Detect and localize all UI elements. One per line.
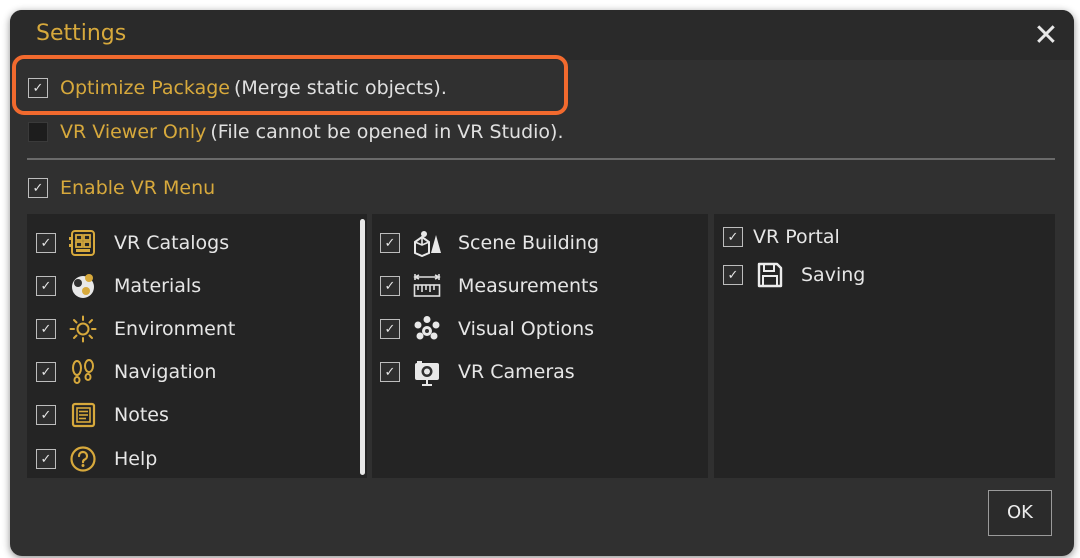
help-label: Help xyxy=(114,448,158,470)
measurements-label: Measurements xyxy=(458,275,599,297)
notes-label: Notes xyxy=(114,404,169,426)
vr-portal-checkbox[interactable]: ✓ xyxy=(723,227,743,247)
floppy-icon xyxy=(755,260,785,290)
scene-building-checkbox[interactable]: ✓ xyxy=(380,233,400,253)
environment-label: Environment xyxy=(114,318,236,340)
close-button[interactable]: ✕ xyxy=(1030,20,1062,52)
materials-label: Materials xyxy=(114,275,202,297)
navigation-label: Navigation xyxy=(114,361,217,383)
vr-viewer-only-option[interactable]: VR Viewer Only (File cannot be opened in… xyxy=(28,118,564,146)
camera-icon xyxy=(412,357,442,387)
materials-checkbox[interactable]: ✓ xyxy=(36,276,56,296)
menu-item-vr-portal[interactable]: ✓ VR Portal xyxy=(723,220,840,254)
enable-vr-menu-option[interactable]: ✓ Enable VR Menu xyxy=(28,174,215,202)
vr-portal-label: VR Portal xyxy=(753,226,840,248)
menu-item-notes[interactable]: ✓ Notes xyxy=(36,398,169,432)
materials-icon xyxy=(68,271,98,301)
divider xyxy=(27,158,1055,160)
dialog-title: Settings xyxy=(36,21,127,46)
menu-item-visual-options[interactable]: ✓ Visual Options xyxy=(380,312,594,346)
vr-viewer-only-checkbox[interactable] xyxy=(28,122,48,142)
menu-item-navigation[interactable]: ✓ Navigation xyxy=(36,355,216,389)
title-bar: Settings ✕ xyxy=(10,10,1074,60)
column-1-scrollbar[interactable] xyxy=(360,219,365,475)
menu-item-help[interactable]: ✓ Help xyxy=(36,442,157,476)
notes-icon xyxy=(68,400,98,430)
vr-catalogs-label: VR Catalogs xyxy=(114,232,230,254)
enable-vr-menu-checkbox[interactable]: ✓ xyxy=(28,178,48,198)
notes-checkbox[interactable]: ✓ xyxy=(36,405,56,425)
menu-item-vr-catalogs[interactable]: ✓ VR Catalogs xyxy=(36,226,229,260)
saving-checkbox[interactable]: ✓ xyxy=(723,265,743,285)
menu-item-environment[interactable]: ✓ Environment xyxy=(36,312,235,346)
vr-viewer-only-label: VR Viewer Only xyxy=(60,121,207,143)
navigation-checkbox[interactable]: ✓ xyxy=(36,362,56,382)
sun-icon xyxy=(68,314,98,344)
menu-item-scene-building[interactable]: ✓ Scene Building xyxy=(380,226,599,260)
vr-catalogs-checkbox[interactable]: ✓ xyxy=(36,233,56,253)
saving-label: Saving xyxy=(801,264,866,286)
visual-options-checkbox[interactable]: ✓ xyxy=(380,319,400,339)
menu-item-vr-cameras[interactable]: ✓ VR Cameras xyxy=(380,355,575,389)
menu-item-saving[interactable]: ✓ Saving xyxy=(723,258,865,292)
paw-icon xyxy=(412,314,442,344)
menu-item-materials[interactable]: ✓ Materials xyxy=(36,269,201,303)
vr-viewer-only-description: (File cannot be opened in VR Studio). xyxy=(210,121,564,143)
scene-building-label: Scene Building xyxy=(458,232,600,254)
visual-options-label: Visual Options xyxy=(458,318,595,340)
help-icon xyxy=(68,444,98,474)
close-icon: ✕ xyxy=(1033,18,1059,53)
help-checkbox[interactable]: ✓ xyxy=(36,449,56,469)
settings-dialog: Settings ✕ ✓ Optimize Package (Merge sta… xyxy=(10,10,1074,556)
shapes-icon xyxy=(412,228,442,258)
vr-cameras-label: VR Cameras xyxy=(458,361,575,383)
measurements-checkbox[interactable]: ✓ xyxy=(380,276,400,296)
highlight-box xyxy=(12,55,568,115)
footprints-icon xyxy=(68,357,98,387)
enable-vr-menu-label: Enable VR Menu xyxy=(60,177,216,199)
ruler-icon xyxy=(412,271,442,301)
ok-button[interactable]: OK xyxy=(988,490,1052,536)
environment-checkbox[interactable]: ✓ xyxy=(36,319,56,339)
catalog-grid-icon xyxy=(68,228,98,258)
vr-cameras-checkbox[interactable]: ✓ xyxy=(380,362,400,382)
menu-item-measurements[interactable]: ✓ Measurements xyxy=(380,269,598,303)
